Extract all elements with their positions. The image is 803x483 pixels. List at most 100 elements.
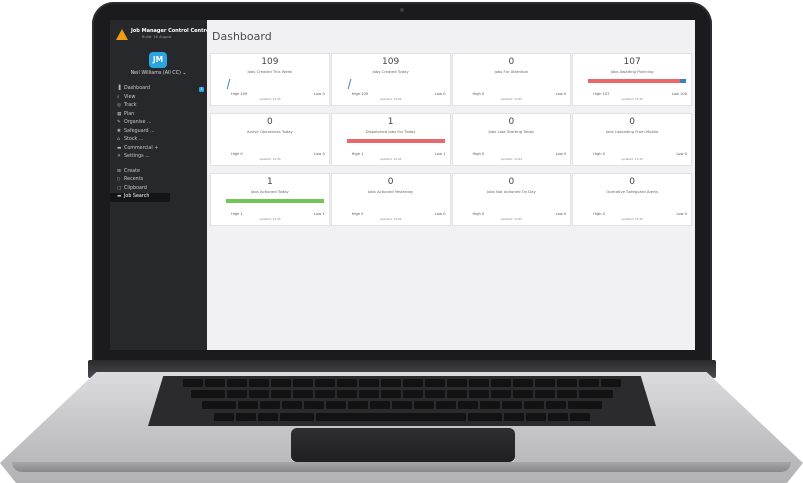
sidebar-item-plan[interactable]: ▦ Plan — [110, 111, 207, 120]
card-high: High 0 — [351, 212, 364, 216]
sidebar-item-label: View — [124, 94, 136, 100]
clock-icon: ▯ — [117, 177, 120, 182]
card-value: 107 — [623, 57, 641, 67]
sidebar-item-label: Recents — [124, 177, 144, 182]
card-label: Jobs Late Starting Today — [488, 129, 535, 134]
sidebar-item-organise[interactable]: ✎ Organise ... — [110, 119, 207, 128]
card-value: 1 — [267, 177, 273, 187]
sidebar-item-commercial[interactable]: ▬ Commercial + — [110, 145, 207, 154]
level-bar — [588, 79, 686, 83]
briefcase-icon: ▬ — [117, 145, 122, 151]
chart-icon: ▐ — [117, 86, 121, 91]
jm-logo: JM — [149, 52, 167, 68]
card-high: High 1 — [351, 152, 364, 156]
dashboard-card[interactable]: 109 Jobs Created This Week High 109 Low 0 up… — [210, 53, 330, 106]
card-updated: updated: 14:45 — [500, 217, 523, 221]
sidebar-item-label: Stock ... — [124, 137, 144, 142]
card-value: 109 — [261, 57, 279, 67]
card-high: High 0 — [593, 152, 605, 156]
card-label: Operative Safeguard Alerts — [606, 189, 658, 194]
card-low: Low 0 — [555, 212, 567, 216]
page-title: Dashboard — [212, 30, 272, 43]
wrench-icon: ✎ — [117, 120, 121, 125]
sidebar-nav: ▐ Dashboard 1 ⌕ View ◎ Track ▦ Plan ✎ Organise… — [110, 85, 207, 202]
tools-icon: ✕ — [117, 154, 121, 159]
sidebar-item-label: Settings ... — [124, 154, 150, 159]
sidebar: Job Manager Control Centre Build: 16 Aug… — [110, 20, 209, 350]
sidebar-item-label: Organise ... — [124, 120, 152, 125]
target-icon: ◎ — [117, 103, 122, 108]
card-value: 0 — [508, 117, 515, 127]
card-label: Jobs Created This Week — [247, 69, 293, 74]
card-label: Jobs Uploading From Mobile — [605, 129, 659, 134]
sidebar-item-dashboard[interactable]: ▐ Dashboard 1 — [110, 85, 207, 94]
card-label: Dispatched Jobs For Today — [365, 129, 416, 134]
laptop-front-edge — [12, 462, 791, 472]
user-menu[interactable]: Neil Williams (All CC) ⌄ — [110, 71, 207, 76]
dashboard-card[interactable]: 109 Jobs Created Today High 109 Low 0 update… — [330, 53, 451, 106]
card-updated: updated: 14:45 — [621, 157, 643, 161]
card-label: Jobs Created Today — [372, 69, 409, 74]
card-value: 0 — [629, 117, 635, 127]
dashboard-card[interactable]: 0 Jobs Uploading From Mobile High 0 Low 0 up… — [572, 113, 692, 166]
card-high: High 109 — [231, 92, 248, 96]
card-value: 0 — [508, 177, 515, 187]
brand-logo-icon — [116, 29, 128, 40]
card-row: 1 Jobs Actioned Today High 1 Low 1 updated: … — [210, 173, 692, 226]
dashboard-card[interactable]: 107 Jobs Awaiting Planning High 107 Low 100… — [572, 53, 692, 106]
card-value: 0 — [508, 57, 515, 67]
sidebar-item-recents[interactable]: ▯ Recents — [110, 176, 207, 185]
dashboard-card[interactable]: 1 Dispatched Jobs For Today High 1 Low 1 upd… — [330, 113, 451, 166]
sidebar-item-settings[interactable]: ✕ Settings ... — [110, 153, 207, 162]
sidebar-item-create[interactable]: ⊞ Create — [110, 168, 207, 177]
card-label: Jobs Awaiting Planning — [610, 69, 654, 74]
box-icon: ⌂ — [117, 137, 120, 142]
card-low: Low 0 — [314, 152, 325, 156]
card-updated: updated: 14:45 — [379, 217, 402, 221]
card-updated: updated: 14:45 — [621, 217, 643, 221]
screen: Job Manager Control Centre Build: 16 Aug… — [110, 20, 695, 350]
dashboard-card[interactable]: 0 Jobs Late Starting Today High 0 Low 0 upda… — [451, 113, 572, 166]
card-high: High 1 — [231, 212, 243, 216]
dashboard-card[interactable]: 0 Operative Safeguard Alerts High 0 Low 0 up… — [572, 173, 692, 226]
sidebar-item-label: Track — [124, 103, 137, 108]
plus-box-icon: ⊞ — [117, 168, 121, 174]
search-icon: ⌕ — [117, 94, 120, 100]
card-value: 0 — [267, 117, 273, 127]
trend-tick — [226, 79, 233, 89]
card-label: Jobs Not Actioned On Day — [486, 189, 536, 194]
card-high: High 0 — [593, 212, 605, 216]
card-updated: updated: 14:45 — [500, 157, 523, 161]
sidebar-item-label: Plan — [124, 111, 135, 117]
card-low: Low 0 — [555, 92, 567, 96]
sidebar-item-label: Job Search — [124, 194, 150, 199]
laptop-keyboard — [148, 376, 656, 426]
dashboard-card[interactable]: 0 Jobs Actioned Yesterday High 0 Low 0 updat… — [330, 173, 451, 226]
sidebar-item-track[interactable]: ◎ Track — [110, 102, 207, 111]
trend-tick — [347, 79, 354, 89]
sidebar-item-label: Create — [124, 168, 140, 174]
sidebar-item-safeguard[interactable]: ✱ Safeguard ... — [110, 128, 207, 137]
card-updated: updated: 14:45 — [259, 157, 281, 161]
dashboard-card[interactable]: 0 Active Operatives Today High 0 Low 0 updat… — [210, 113, 330, 166]
card-label: Jobs Actioned Today — [250, 189, 289, 194]
build-label: Build: 16 August — [142, 35, 172, 39]
dashboard-card[interactable]: 0 Jobs Not Actioned On Day High 0 Low 0 upda… — [451, 173, 572, 226]
shield-icon: ✱ — [117, 128, 121, 134]
dashboard-card[interactable]: 1 Jobs Actioned Today High 1 Low 1 updated: … — [210, 173, 330, 226]
sidebar-item-stock[interactable]: ⌂ Stock ... — [110, 136, 207, 145]
brand[interactable]: Job Manager Control Centre Build: 16 Aug… — [116, 28, 209, 42]
card-updated: updated: 14:45 — [259, 217, 281, 221]
sidebar-item-job-search[interactable]: ▬ Job Search — [110, 193, 170, 202]
card-low: Low 0 — [676, 152, 687, 156]
card-updated: updated: 14:45 — [621, 97, 643, 101]
sidebar-item-clipboard[interactable]: ▢ Clipboard — [110, 185, 207, 194]
card-value: 109 — [382, 57, 400, 67]
card-low: Low 0 — [676, 212, 687, 216]
card-high: High 109 — [351, 92, 369, 96]
card-high: High 0 — [472, 212, 485, 216]
calendar-icon: ▦ — [117, 111, 122, 117]
sidebar-item-view[interactable]: ⌕ View — [110, 94, 207, 103]
dashboard-card[interactable]: 0 Jobs For Attention High 0 Low 0 updated: 1… — [451, 53, 572, 106]
sidebar-item-label: Safeguard ... — [124, 128, 155, 134]
